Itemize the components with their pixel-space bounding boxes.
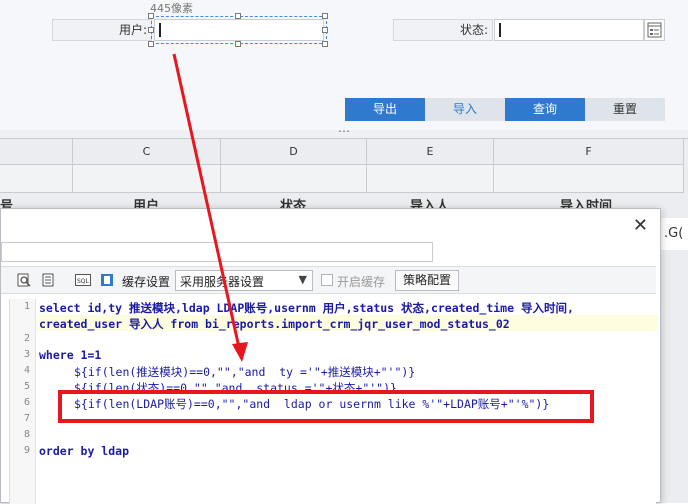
red-arrowhead	[232, 342, 248, 362]
red-highlight-box	[58, 390, 594, 423]
red-arrow-line	[172, 53, 242, 353]
annotation-overlay	[58, 53, 594, 423]
